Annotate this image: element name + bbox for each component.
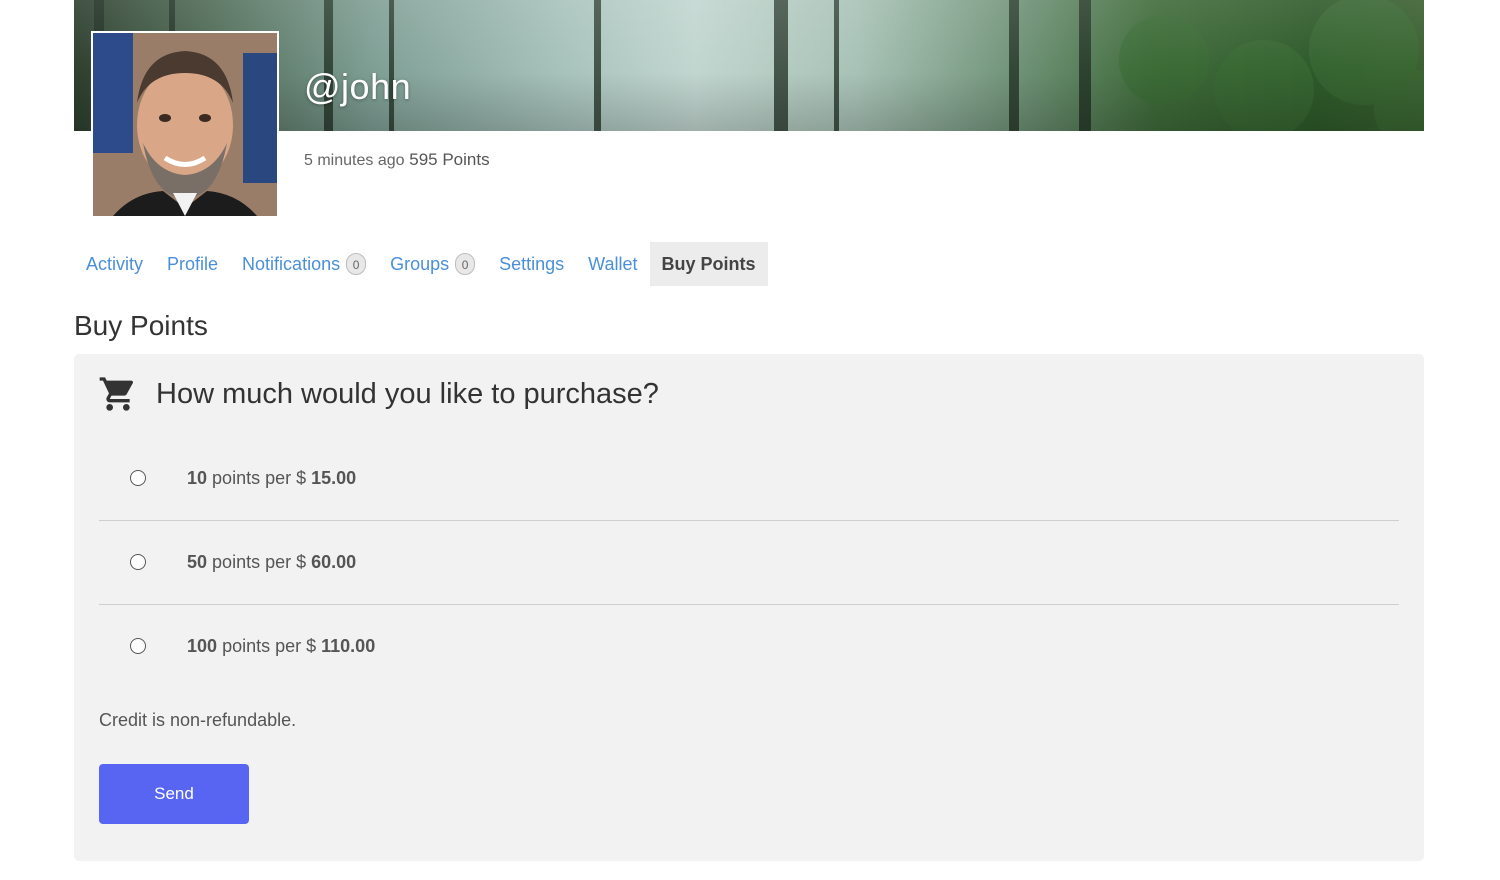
profile-meta: 5 minutes ago 595 Points <box>304 150 490 170</box>
last-active: 5 minutes ago <box>304 152 405 169</box>
option-points: 50 <box>187 551 208 572</box>
profile-tabs: Activity Profile Notifications 0 Groups … <box>74 242 768 286</box>
tab-buy-points[interactable]: Buy Points <box>649 242 768 286</box>
radio-button[interactable] <box>130 638 146 654</box>
tab-settings[interactable]: Settings <box>487 242 576 286</box>
option-10-points[interactable]: 10 points per $ 15.00 <box>99 436 1399 521</box>
tab-profile[interactable]: Profile <box>155 242 230 286</box>
username: @john <box>304 66 412 107</box>
send-button[interactable]: Send <box>99 764 249 824</box>
radio-button[interactable] <box>130 554 146 570</box>
option-label: 100 points per $ 110.00 <box>187 636 375 657</box>
option-middle-text: points per $ <box>222 635 317 656</box>
page-title: Buy Points <box>74 310 208 341</box>
tab-label: Settings <box>499 253 565 274</box>
shopping-cart-icon <box>98 374 138 414</box>
tab-label: Notifications <box>242 253 341 274</box>
option-label: 10 points per $ 15.00 <box>187 468 356 489</box>
option-label: 50 points per $ 60.00 <box>187 552 356 573</box>
tab-wallet[interactable]: Wallet <box>576 242 649 286</box>
option-middle-text: points per $ <box>212 467 307 488</box>
avatar[interactable] <box>91 31 279 218</box>
option-points: 100 <box>187 635 218 656</box>
radio-button[interactable] <box>130 470 146 486</box>
groups-count-badge: 0 <box>455 253 476 275</box>
refund-note: Credit is non-refundable. <box>99 710 297 730</box>
tab-label: Profile <box>167 253 219 274</box>
tab-groups[interactable]: Groups 0 <box>378 242 487 286</box>
tab-label: Wallet <box>588 253 638 274</box>
option-100-points[interactable]: 100 points per $ 110.00 <box>99 604 1399 688</box>
option-50-points[interactable]: 50 points per $ 60.00 <box>99 520 1399 605</box>
tab-label: Groups <box>390 253 450 274</box>
option-price: 60.00 <box>311 551 357 572</box>
purchase-question: How much would you like to purchase? <box>156 377 659 410</box>
notifications-count-badge: 0 <box>346 253 367 275</box>
buy-points-panel: How much would you like to purchase? 10 … <box>74 354 1424 861</box>
option-price: 15.00 <box>311 467 357 488</box>
tab-notifications[interactable]: Notifications 0 <box>230 242 378 286</box>
tab-activity[interactable]: Activity <box>74 242 155 286</box>
tab-label: Activity <box>86 253 144 274</box>
option-points: 10 <box>187 467 208 488</box>
purchase-header: How much would you like to purchase? <box>98 374 659 414</box>
tab-label: Buy Points <box>661 253 756 274</box>
option-price: 110.00 <box>321 635 376 656</box>
option-middle-text: points per $ <box>212 551 307 572</box>
points-count: 595 Points <box>409 150 490 169</box>
